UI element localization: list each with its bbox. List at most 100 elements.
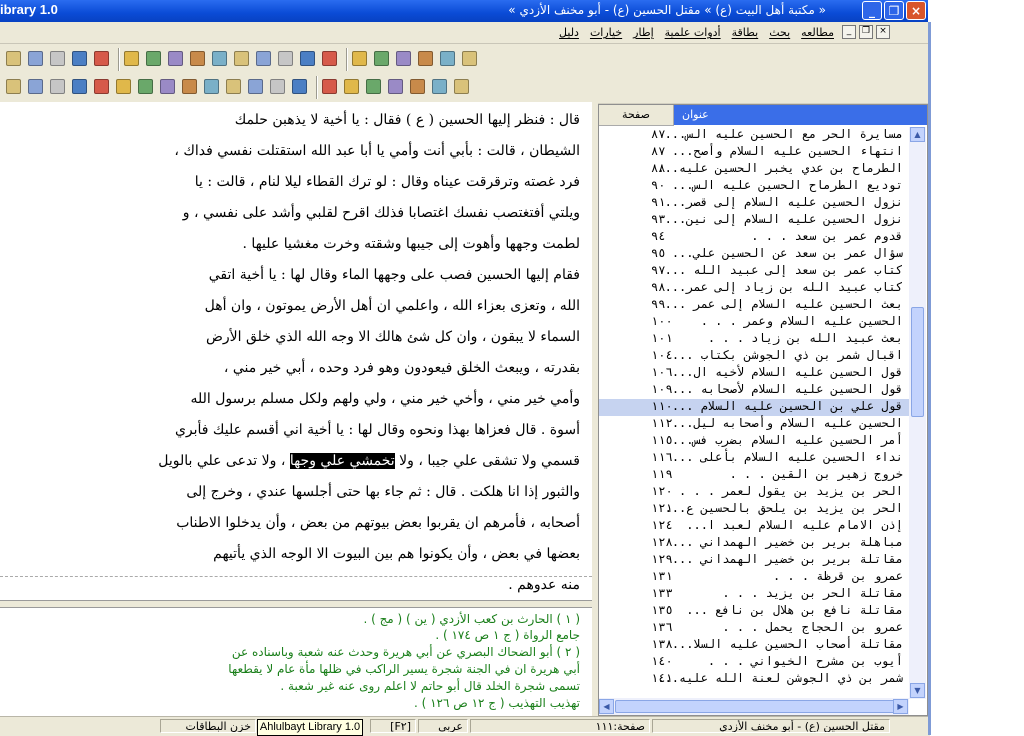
selected-text[interactable]: تخمشي علي وجها: [289, 453, 395, 469]
toc-row[interactable]: قول علي بن الحسين عليه السلام ... ١١٠: [599, 399, 909, 416]
toc-row[interactable]: مقاتلة برير بن خضير الهمداني ... ١٢٩: [599, 552, 909, 569]
toc-row[interactable]: الحر بن يزيد بن يلحق بالحسين ع... ١٢١: [599, 501, 909, 518]
arrow-back-icon[interactable]: [278, 51, 293, 66]
mdi-restore-button[interactable]: ❐: [859, 25, 873, 39]
toc-row[interactable]: نزول الحسين عليه السلام إلى نين... ٩٣: [599, 212, 909, 229]
grip-icon[interactable]: [322, 79, 337, 94]
mark-next-icon[interactable]: [322, 51, 337, 66]
window-tile-icon[interactable]: [410, 79, 425, 94]
toc-row[interactable]: مقاتلة نافع بن هلال بن نافع ... ١٣٥: [599, 603, 909, 620]
scroll-down-icon[interactable]: ▼: [910, 683, 925, 698]
toc-row[interactable]: أيوب بن مشرح الخيواني . . . ١٤٠: [599, 654, 909, 671]
scroll-thumb-h[interactable]: [615, 700, 895, 713]
folder-icon[interactable]: [352, 51, 367, 66]
menu-bitaqa[interactable]: بطاقة: [732, 26, 759, 39]
menu-dalil[interactable]: دليل: [559, 26, 579, 39]
toc-row[interactable]: اقبال شمر بن ذي الجوشن بكتاب ... ١٠٤: [599, 348, 909, 365]
restore-button[interactable]: ❐: [884, 1, 904, 20]
left-arrow-icon[interactable]: [270, 79, 285, 94]
toc-vertical-scrollbar[interactable]: ▲ ▼: [909, 127, 926, 699]
column-header-title[interactable]: عنوان: [674, 105, 927, 125]
columns-icon[interactable]: [50, 51, 65, 66]
toc-row[interactable]: مقاتلة أصحاب الحسين عليه السلا... ١٣٨: [599, 637, 909, 654]
toc-horizontal-scrollbar[interactable]: ◀ ▶: [599, 698, 909, 715]
hand-2-icon[interactable]: [248, 79, 263, 94]
note-icon[interactable]: [50, 79, 65, 94]
toc-row[interactable]: الطرماح بن عدي يخبر الحسين عليه... ٨٨: [599, 161, 909, 178]
toc-row[interactable]: مقاتلة الحر بن يزيد . . . ١٣٣: [599, 586, 909, 603]
toc-row[interactable]: إذن الامام عليه السلام لعبد ا... ١٢٤: [599, 518, 909, 535]
toc-row[interactable]: الحسين عليه السلام وعمر . . . ١٠٠: [599, 314, 909, 331]
text-frame-icon[interactable]: [116, 79, 131, 94]
toc-row[interactable]: قول الحسين عليه السلام لأصحابه ... ١٠٩: [599, 382, 909, 399]
toc-row[interactable]: مسايرة الحر مع الحسين عليه الس... ٨٧: [599, 127, 909, 144]
mdi-close-button[interactable]: ×: [876, 25, 890, 39]
right-arrow-icon[interactable]: [292, 79, 307, 94]
arrows-icon[interactable]: [256, 51, 271, 66]
window-close-icon[interactable]: [388, 79, 403, 94]
toc-row[interactable]: الحسين عليه السلام وأصحابه ليل... ١١٢: [599, 416, 909, 433]
book-end-icon[interactable]: [462, 51, 477, 66]
menu-khiyarat[interactable]: خيارات: [590, 26, 622, 39]
toc-row[interactable]: بعث الحسين عليه السلام إلى عمر ... ٩٩: [599, 297, 909, 314]
split-h-icon[interactable]: [432, 79, 447, 94]
list-icon[interactable]: [94, 51, 109, 66]
find-replace-icon[interactable]: [168, 51, 183, 66]
pane-divider[interactable]: [0, 600, 596, 608]
layout-icon[interactable]: [72, 51, 87, 66]
book-back-icon[interactable]: [396, 51, 411, 66]
footnotes-pane[interactable]: ( ١ ) الحارث بن كعب الأزدي ( ين ) ( مج )…: [0, 608, 592, 716]
toc-row[interactable]: الحر بن يزيد بن يقول لعمر . . . ١٢٠: [599, 484, 909, 501]
binoculars-icon[interactable]: [124, 51, 139, 66]
check-icon[interactable]: [146, 51, 161, 66]
toc-row[interactable]: نزول الحسين عليه السلام إلى قصر... ٩١: [599, 195, 909, 212]
minimize-button[interactable]: _: [862, 1, 882, 20]
toc-row[interactable]: خروج زهير بن القين . . . ١١٩: [599, 467, 909, 484]
book-stack-icon[interactable]: [440, 51, 455, 66]
toc-row[interactable]: كتاب عبيد الله بن زياد إلى عمر... ٩٨: [599, 280, 909, 297]
toc-row[interactable]: كتاب عمر بن سعد إلى عبيد الله ... ٩٧: [599, 263, 909, 280]
mark-icon[interactable]: [300, 51, 315, 66]
column-header-page[interactable]: صفحة: [599, 105, 674, 126]
toc-row[interactable]: عمرو بن قرظة . . . ١٣١: [599, 569, 909, 586]
split-v-icon[interactable]: [454, 79, 469, 94]
toc-row[interactable]: قول الحسين عليه السلام لأخيه ال... ١٠٦: [599, 365, 909, 382]
globe-icon[interactable]: [28, 79, 43, 94]
close-button[interactable]: ×: [906, 1, 926, 20]
scroll-right-icon[interactable]: ▶: [893, 699, 908, 714]
title-bar[interactable]: ibrary 1.0 « مكتبة أهل البيت (ع) » مقتل …: [0, 0, 930, 22]
window-new-icon[interactable]: [366, 79, 381, 94]
star-frame-icon[interactable]: [94, 79, 109, 94]
scroll-up-icon[interactable]: ▲: [910, 127, 925, 142]
feather-icon[interactable]: [160, 79, 175, 94]
scroll-thumb[interactable]: [911, 307, 924, 417]
picture-icon[interactable]: [72, 79, 87, 94]
toc-row[interactable]: شمر بن ذي الجوشن لعنة الله عليه... ١٤١: [599, 671, 909, 688]
toc-row[interactable]: سؤال عمر بن سعد عن الحسين علي... ٩٥: [599, 246, 909, 263]
toc-row[interactable]: توديع الطرماح الحسين عليه الس... ٩٠: [599, 178, 909, 195]
ink-icon[interactable]: [138, 79, 153, 94]
menu-bahth[interactable]: بحث: [769, 26, 790, 39]
hand-icon[interactable]: [204, 79, 219, 94]
book-text-pane[interactable]: قال : فنظر إليها الحسين ( ع ) فقال : يا …: [0, 102, 593, 600]
eraser-icon[interactable]: [234, 51, 249, 66]
toc-row[interactable]: مباهلة برير بن خضير الهمداني ... ١٢٨: [599, 535, 909, 552]
folder-star-icon[interactable]: [374, 51, 389, 66]
font-mark-icon[interactable]: [190, 51, 205, 66]
feather-mark-icon[interactable]: [182, 79, 197, 94]
menu-adawat[interactable]: أدوات علمية: [665, 26, 721, 39]
book-next-icon[interactable]: [418, 51, 433, 66]
toc-row[interactable]: نداء الحسين عليه السلام بأعلى ... ١١٦: [599, 450, 909, 467]
pencil-icon[interactable]: [6, 79, 21, 94]
dots-icon[interactable]: [226, 79, 241, 94]
toc-row[interactable]: بعث عبيد الله بن زياد . . . ١٠١: [599, 331, 909, 348]
toc-row[interactable]: قدوم عمر بن سعد . . . ٩٤: [599, 229, 909, 246]
menu-itar[interactable]: إطار: [633, 26, 653, 39]
copy-icon[interactable]: [6, 51, 21, 66]
toc-row[interactable]: انتهاء الحسين عليه السلام وأصح... ٨٧: [599, 144, 909, 161]
info-icon[interactable]: [28, 51, 43, 66]
toc-row[interactable]: أمر الحسين عليه السلام بضرب فس... ١١٥: [599, 433, 909, 450]
mdi-minimize-button[interactable]: _: [842, 25, 856, 39]
scroll-left-icon[interactable]: ◀: [599, 699, 614, 714]
menu-mutalaa[interactable]: مطالعه: [801, 26, 834, 39]
